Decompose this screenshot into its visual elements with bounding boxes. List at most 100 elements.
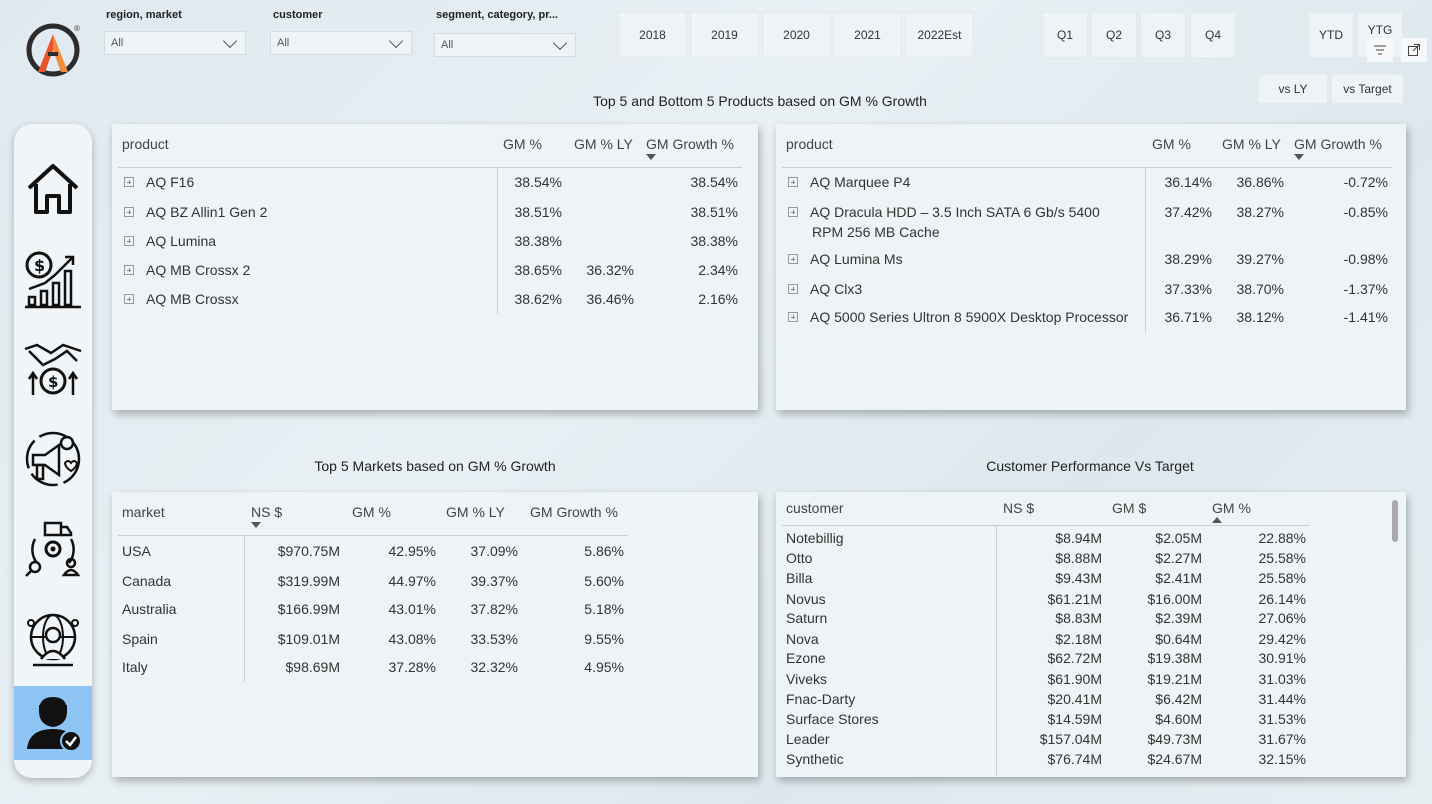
ns-value: $61.90M	[1047, 671, 1102, 687]
gm-pct-value: 31.53%	[1258, 711, 1306, 727]
expand-icon[interactable]	[788, 254, 798, 265]
year-button-2021[interactable]: 2021	[833, 12, 902, 58]
expand-icon[interactable]	[788, 284, 798, 295]
gm-ly-value: 39.27%	[1236, 251, 1284, 267]
customer-name: Billa	[786, 570, 813, 586]
column-divider	[244, 536, 245, 682]
col-header-customer[interactable]: customer	[786, 500, 844, 516]
nav-home[interactable]	[14, 152, 92, 226]
supply-chain-icon	[25, 521, 81, 577]
expand-icon[interactable]	[788, 177, 798, 188]
customer-name: Novus	[786, 591, 826, 607]
customer-name: Surface Stores	[786, 711, 879, 727]
quarter-button-q4[interactable]: Q4	[1190, 12, 1236, 58]
col-header-gm-ly[interactable]: GM % LY	[1222, 136, 1281, 152]
col-header-gm-ly[interactable]: GM % LY	[574, 136, 633, 152]
market-name: Spain	[122, 631, 158, 647]
ns-value: $109.01M	[277, 631, 340, 647]
customer-name: Ezone	[786, 650, 826, 666]
gm-growth-value: 4.95%	[584, 659, 624, 675]
markets-table: market NS $ GM % GM % LY GM Growth % USA…	[112, 492, 758, 777]
col-header-gm[interactable]: GM %	[1152, 136, 1191, 152]
col-header-market[interactable]: market	[122, 504, 165, 520]
expand-icon[interactable]	[788, 207, 798, 218]
gm-value: 38.29%	[1164, 251, 1212, 267]
expand-icon[interactable]	[124, 207, 134, 218]
nav-marketing[interactable]	[14, 422, 92, 496]
expand-icon[interactable]	[124, 294, 134, 305]
gm-pct-value: 31.67%	[1258, 731, 1306, 747]
quarter-button-q3[interactable]: Q3	[1140, 12, 1186, 58]
nav-sales[interactable]: $	[14, 332, 92, 406]
ns-value: $2.18M	[1055, 631, 1102, 647]
col-header-gm[interactable]: GM %	[352, 504, 391, 520]
col-header-gm[interactable]: GM %	[503, 136, 542, 152]
nav-finance[interactable]: $	[14, 242, 92, 316]
col-header-gm-growth[interactable]: GM Growth %	[1294, 136, 1382, 152]
gm-pct-value: 27.06%	[1258, 610, 1306, 626]
col-header-gm-growth[interactable]: GM Growth %	[530, 504, 618, 520]
ns-value: $8.83M	[1055, 610, 1102, 626]
user-check-icon	[27, 697, 82, 752]
gm-value: 37.28%	[388, 659, 436, 675]
filter-icon[interactable]	[1367, 38, 1393, 62]
gm-pct-value: 25.58%	[1258, 570, 1306, 586]
gm-pct-value: 30.91%	[1258, 650, 1306, 666]
gm-dollar-value: $4.60M	[1155, 711, 1202, 727]
filter-dropdown-region[interactable]: All	[104, 31, 246, 55]
sort-desc-icon	[646, 154, 656, 160]
gm-growth-value: -0.72%	[1343, 174, 1388, 190]
gm-ly-value: 36.86%	[1236, 174, 1284, 190]
col-header-ns[interactable]: NS $	[251, 504, 282, 520]
gm-dollar-value: $2.39M	[1155, 610, 1202, 626]
col-header-gm-growth[interactable]: GM Growth %	[646, 136, 734, 152]
quarter-button-q2[interactable]: Q2	[1091, 12, 1137, 58]
year-button-2018[interactable]: 2018	[618, 12, 687, 58]
product-name: AQ Lumina	[146, 233, 217, 249]
year-button-2022est[interactable]: 2022Est	[905, 12, 974, 58]
product-name: AQ Lumina Ms	[810, 251, 903, 267]
gm-growth-value: -0.98%	[1343, 251, 1388, 267]
expand-icon[interactable]	[788, 312, 798, 323]
filter-dropdown-segment[interactable]: All	[434, 33, 576, 57]
gm-value: 38.62%	[514, 291, 562, 307]
filter-dropdown-customer[interactable]: All	[270, 31, 412, 55]
col-header-product[interactable]: product	[122, 136, 169, 152]
vs-ly-button[interactable]: vs LY	[1258, 74, 1328, 104]
gm-value: 43.08%	[388, 631, 436, 647]
focus-mode-icon[interactable]	[1401, 38, 1427, 62]
filter-label-customer: customer	[273, 9, 323, 21]
nav-customer-active[interactable]	[14, 686, 92, 760]
nav-global[interactable]	[14, 602, 92, 676]
col-header-gm-dollar[interactable]: GM $	[1112, 500, 1146, 516]
gm-pct-value: 29.42%	[1258, 631, 1306, 647]
year-button-2019[interactable]: 2019	[690, 12, 759, 58]
scrollbar-thumb[interactable]	[1392, 500, 1398, 542]
vs-target-button[interactable]: vs Target	[1331, 74, 1404, 104]
gm-value: 38.38%	[514, 233, 562, 249]
customer-name: Saturn	[786, 610, 828, 626]
gm-growth-value: 38.51%	[690, 204, 738, 220]
expand-icon[interactable]	[124, 265, 134, 276]
col-header-product[interactable]: product	[786, 136, 833, 152]
nav-supply-chain[interactable]	[14, 512, 92, 586]
gm-dollar-value: $24.67M	[1147, 751, 1202, 767]
expand-icon[interactable]	[124, 236, 134, 247]
ns-value: $61.21M	[1047, 591, 1102, 607]
col-header-gm-ly[interactable]: GM % LY	[446, 504, 505, 520]
finance-growth-icon: $	[25, 251, 81, 309]
markets-section-title: Top 5 Markets based on GM % Growth	[314, 458, 556, 474]
expand-icon[interactable]	[124, 177, 134, 188]
product-name: AQ MB Crossx	[146, 291, 239, 307]
year-button-2020[interactable]: 2020	[762, 12, 831, 58]
col-header-ns[interactable]: NS $	[1003, 500, 1034, 516]
col-header-gm-pct[interactable]: GM %	[1212, 500, 1251, 516]
quarter-button-q1[interactable]: Q1	[1042, 12, 1088, 58]
ns-value: $157.04M	[1039, 731, 1102, 747]
gm-dollar-value: $49.73M	[1147, 731, 1202, 747]
ns-value: $98.69M	[285, 659, 340, 675]
handshake-money-icon: $	[24, 343, 82, 395]
ytd-button[interactable]: YTD	[1308, 12, 1354, 58]
customer-name: Notebillig	[786, 530, 844, 546]
product-name: AQ Dracula HDD – 3.5 Inch SATA 6 Gb/s 54…	[810, 204, 1100, 220]
